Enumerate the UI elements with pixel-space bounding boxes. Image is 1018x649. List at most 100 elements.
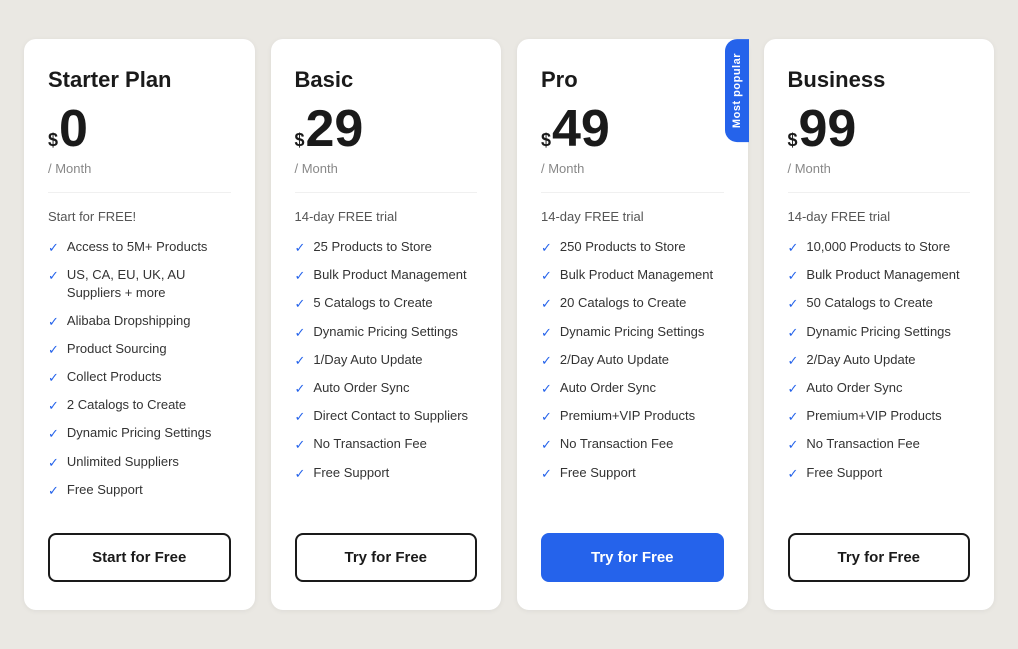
price-row: $ 99 xyxy=(788,103,971,155)
price-row: $ 0 xyxy=(48,103,231,155)
feature-item: ✓ Free Support xyxy=(541,464,724,483)
feature-item: ✓ Bulk Product Management xyxy=(788,266,971,285)
check-icon: ✓ xyxy=(295,352,306,370)
feature-item: ✓ 2/Day Auto Update xyxy=(788,351,971,370)
feature-item: ✓ 250 Products to Store xyxy=(541,238,724,257)
check-icon: ✓ xyxy=(295,324,306,342)
feature-text: Auto Order Sync xyxy=(313,379,409,397)
feature-text: Premium+VIP Products xyxy=(560,407,695,425)
feature-item: ✓ 5 Catalogs to Create xyxy=(295,294,478,313)
feature-text: Product Sourcing xyxy=(67,340,167,358)
check-icon: ✓ xyxy=(788,408,799,426)
plan-card-basic: Basic $ 29 / Month 14-day FREE trial ✓ 2… xyxy=(271,39,502,610)
plan-card-business: Business $ 99 / Month 14-day FREE trial … xyxy=(764,39,995,610)
feature-text: Bulk Product Management xyxy=(560,266,713,284)
feature-text: 20 Catalogs to Create xyxy=(560,294,686,312)
feature-text: Free Support xyxy=(313,464,389,482)
plan-name: Business xyxy=(788,67,971,93)
cta-button-pro[interactable]: Try for Free xyxy=(541,533,724,582)
check-icon: ✓ xyxy=(541,295,552,313)
price-row: $ 29 xyxy=(295,103,478,155)
feature-text: 2 Catalogs to Create xyxy=(67,396,186,414)
feature-item: ✓ Free Support xyxy=(48,481,231,500)
divider xyxy=(788,192,971,193)
feature-item: ✓ 10,000 Products to Store xyxy=(788,238,971,257)
price-amount: 0 xyxy=(59,103,88,155)
price-period: / Month xyxy=(541,161,724,176)
price-period: / Month xyxy=(48,161,231,176)
check-icon: ✓ xyxy=(295,295,306,313)
check-icon: ✓ xyxy=(295,465,306,483)
plan-name: Pro xyxy=(541,67,724,93)
feature-text: Auto Order Sync xyxy=(560,379,656,397)
check-icon: ✓ xyxy=(788,465,799,483)
check-icon: ✓ xyxy=(48,482,59,500)
check-icon: ✓ xyxy=(541,239,552,257)
feature-text: Access to 5M+ Products xyxy=(67,238,208,256)
check-icon: ✓ xyxy=(788,436,799,454)
feature-text: 10,000 Products to Store xyxy=(806,238,950,256)
feature-text: No Transaction Fee xyxy=(313,435,426,453)
cta-button-business[interactable]: Try for Free xyxy=(788,533,971,582)
check-icon: ✓ xyxy=(788,380,799,398)
check-icon: ✓ xyxy=(541,324,552,342)
price-dollar-sign: $ xyxy=(788,130,798,151)
feature-item: ✓ Free Support xyxy=(788,464,971,483)
check-icon: ✓ xyxy=(788,352,799,370)
check-icon: ✓ xyxy=(48,425,59,443)
check-icon: ✓ xyxy=(541,352,552,370)
plan-name: Starter Plan xyxy=(48,67,231,93)
feature-text: Collect Products xyxy=(67,368,162,386)
check-icon: ✓ xyxy=(48,313,59,331)
feature-text: 2/Day Auto Update xyxy=(806,351,915,369)
price-amount: 29 xyxy=(306,103,364,155)
feature-text: Auto Order Sync xyxy=(806,379,902,397)
features-list: ✓ 25 Products to Store ✓ Bulk Product Ma… xyxy=(295,238,478,509)
plan-card-starter: Starter Plan $ 0 / Month Start for FREE!… xyxy=(24,39,255,610)
feature-text: Unlimited Suppliers xyxy=(67,453,179,471)
check-icon: ✓ xyxy=(48,454,59,472)
cta-button-basic[interactable]: Try for Free xyxy=(295,533,478,582)
feature-text: Free Support xyxy=(560,464,636,482)
feature-text: Dynamic Pricing Settings xyxy=(67,424,212,442)
feature-item: ✓ Product Sourcing xyxy=(48,340,231,359)
features-list: ✓ 250 Products to Store ✓ Bulk Product M… xyxy=(541,238,724,509)
feature-item: ✓ Premium+VIP Products xyxy=(541,407,724,426)
feature-item: ✓ 50 Catalogs to Create xyxy=(788,294,971,313)
feature-item: ✓ Bulk Product Management xyxy=(295,266,478,285)
feature-item: ✓ Auto Order Sync xyxy=(541,379,724,398)
price-dollar-sign: $ xyxy=(541,130,551,151)
feature-text: Direct Contact to Suppliers xyxy=(313,407,468,425)
check-icon: ✓ xyxy=(295,267,306,285)
cta-button-starter[interactable]: Start for Free xyxy=(48,533,231,582)
feature-text: 50 Catalogs to Create xyxy=(806,294,932,312)
feature-item: ✓ Auto Order Sync xyxy=(295,379,478,398)
plan-name: Basic xyxy=(295,67,478,93)
price-dollar-sign: $ xyxy=(48,130,58,151)
check-icon: ✓ xyxy=(788,324,799,342)
check-icon: ✓ xyxy=(541,408,552,426)
feature-item: ✓ Collect Products xyxy=(48,368,231,387)
feature-item: ✓ 1/Day Auto Update xyxy=(295,351,478,370)
feature-item: ✓ 25 Products to Store xyxy=(295,238,478,257)
price-amount: 99 xyxy=(799,103,857,155)
check-icon: ✓ xyxy=(48,369,59,387)
price-period: / Month xyxy=(788,161,971,176)
feature-item: ✓ Bulk Product Management xyxy=(541,266,724,285)
check-icon: ✓ xyxy=(541,267,552,285)
feature-item: ✓ 2/Day Auto Update xyxy=(541,351,724,370)
divider xyxy=(48,192,231,193)
feature-item: ✓ No Transaction Fee xyxy=(295,435,478,454)
price-dollar-sign: $ xyxy=(295,130,305,151)
feature-text: Dynamic Pricing Settings xyxy=(806,323,951,341)
check-icon: ✓ xyxy=(295,408,306,426)
feature-text: Bulk Product Management xyxy=(313,266,466,284)
feature-item: ✓ Alibaba Dropshipping xyxy=(48,312,231,331)
feature-text: 5 Catalogs to Create xyxy=(313,294,432,312)
plan-intro: 14-day FREE trial xyxy=(541,209,724,224)
feature-text: 1/Day Auto Update xyxy=(313,351,422,369)
feature-text: Premium+VIP Products xyxy=(806,407,941,425)
feature-item: ✓ Direct Contact to Suppliers xyxy=(295,407,478,426)
feature-item: ✓ Premium+VIP Products xyxy=(788,407,971,426)
plan-intro: 14-day FREE trial xyxy=(295,209,478,224)
